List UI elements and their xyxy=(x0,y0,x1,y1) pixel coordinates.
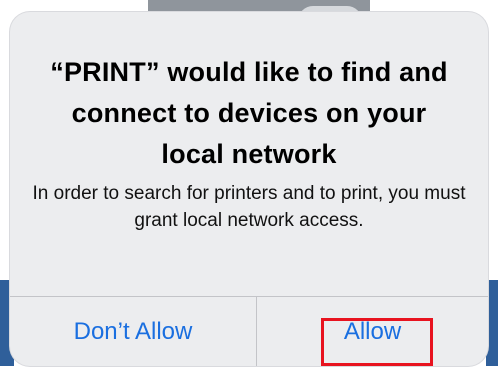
alert-title: “PRINT” would like to find and connect t… xyxy=(50,57,448,169)
alert-body: “PRINT” would like to find and connect t… xyxy=(10,12,488,296)
alert-message: In order to search for printers and to p… xyxy=(32,183,466,231)
background-app-bottom xyxy=(0,366,498,378)
allow-button[interactable]: Allow xyxy=(257,297,488,366)
local-network-permission-alert: “PRINT” would like to find and connect t… xyxy=(10,12,488,366)
dont-allow-button[interactable]: Don’t Allow xyxy=(10,297,256,366)
screen: “PRINT” would like to find and connect t… xyxy=(0,0,498,378)
